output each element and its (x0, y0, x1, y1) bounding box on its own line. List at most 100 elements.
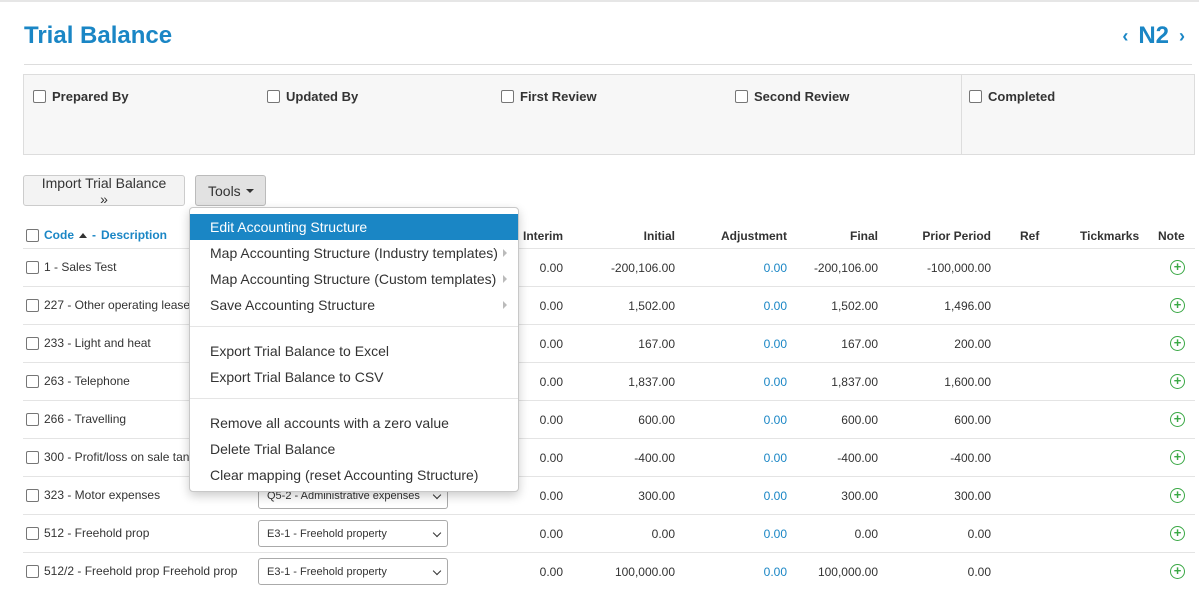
import-trial-balance-button[interactable]: Import Trial Balance » (23, 175, 185, 207)
description-sort-link[interactable]: Description (101, 228, 167, 242)
menu-item-remove-zero-accounts[interactable]: Remove all accounts with a zero value (190, 410, 518, 436)
initial-value: 1,837.00 (628, 375, 675, 389)
final-value: 1,837.00 (831, 375, 878, 389)
review-completed[interactable]: Completed (969, 89, 1055, 104)
initial-value: 167.00 (638, 337, 675, 351)
account-name: 233 - Light and heat (44, 336, 151, 350)
account-name: 263 - Telephone (44, 374, 130, 388)
account-name: 512/2 - Freehold prop Freehold prop (44, 564, 238, 578)
review-label: Second Review (754, 89, 850, 104)
row-checkbox[interactable] (26, 260, 39, 274)
top-border (0, 0, 1199, 2)
note-header: Note (1158, 229, 1185, 243)
completed-checkbox[interactable] (969, 90, 982, 103)
row-checkbox[interactable] (26, 298, 39, 312)
row-checkbox[interactable] (26, 526, 39, 540)
add-note-icon[interactable]: + (1170, 412, 1185, 427)
code-sort-link[interactable]: Code (44, 228, 74, 242)
row-checkbox[interactable] (26, 336, 39, 350)
review-updated-by[interactable]: Updated By (267, 89, 358, 104)
menu-item-map-industry-templates[interactable]: Map Accounting Structure (Industry templ… (190, 240, 518, 266)
tools-dropdown-menu: Edit Accounting Structure Map Accounting… (189, 207, 519, 492)
initial-value: 0.00 (651, 527, 675, 541)
menu-item-clear-mapping[interactable]: Clear mapping (reset Accounting Structur… (190, 462, 518, 488)
row-checkbox[interactable] (26, 564, 39, 578)
prior-period-value: 300.00 (954, 489, 991, 503)
row-checkbox[interactable] (26, 450, 39, 464)
prior-period-value: 600.00 (954, 413, 991, 427)
prior-period-header: Prior Period (922, 229, 991, 243)
add-note-icon[interactable]: + (1170, 488, 1185, 503)
second-review-checkbox[interactable] (735, 90, 748, 103)
add-note-icon[interactable]: + (1170, 260, 1185, 275)
menu-item-label: Edit Accounting Structure (210, 219, 368, 235)
add-note-icon[interactable]: + (1170, 450, 1185, 465)
mapping-select[interactable]: E3-1 - Freehold property (258, 558, 448, 585)
adjustment-link[interactable]: 0.00 (703, 261, 787, 275)
menu-item-save-accounting-structure[interactable]: Save Accounting Structure (190, 292, 518, 318)
prior-period-value: -400.00 (950, 451, 991, 465)
menu-item-export-csv[interactable]: Export Trial Balance to CSV (190, 364, 518, 390)
row-checkbox[interactable] (26, 488, 39, 502)
interim-value: 0.00 (539, 527, 563, 541)
add-note-icon[interactable]: + (1170, 564, 1185, 579)
table-row: 512/2 - Freehold prop Freehold prop E3-1… (23, 552, 1195, 590)
add-note-icon[interactable]: + (1170, 374, 1185, 389)
tools-label: Tools (208, 182, 241, 199)
adjustment-link[interactable]: 0.00 (703, 413, 787, 427)
menu-item-label: Clear mapping (reset Accounting Structur… (210, 467, 479, 483)
menu-divider (190, 398, 518, 399)
prior-period-value: 200.00 (954, 337, 991, 351)
menu-item-export-excel[interactable]: Export Trial Balance to Excel (190, 338, 518, 364)
account-name: 512 - Freehold prop (44, 526, 150, 540)
select-all-checkbox[interactable] (26, 228, 39, 242)
adjustment-link[interactable]: 0.00 (703, 489, 787, 503)
row-checkbox[interactable] (26, 374, 39, 388)
adjustment-link[interactable]: 0.00 (703, 451, 787, 465)
prepared-by-checkbox[interactable] (33, 90, 46, 103)
row-checkbox[interactable] (26, 412, 39, 426)
adjustment-link[interactable]: 0.00 (703, 299, 787, 313)
caret-down-icon (245, 188, 254, 193)
prior-period-value: 0.00 (967, 527, 991, 541)
chevron-left-icon[interactable]: ‹ (1122, 26, 1128, 47)
adjustment-link[interactable]: 0.00 (703, 527, 787, 541)
review-label: Updated By (286, 89, 359, 104)
page-navigation: ‹ N2 › (1122, 22, 1185, 50)
tools-dropdown-button[interactable]: Tools (195, 175, 266, 206)
account-name: 266 - Travelling (44, 412, 127, 426)
review-prepared-by[interactable]: Prepared By (33, 89, 129, 104)
final-value: -200,106.00 (813, 261, 878, 275)
menu-divider (190, 326, 518, 327)
adjustment-link[interactable]: 0.00 (703, 337, 787, 351)
add-note-icon[interactable]: + (1170, 336, 1185, 351)
submenu-arrow-icon (503, 301, 507, 309)
adjustment-link[interactable]: 0.00 (703, 375, 787, 389)
add-note-icon[interactable]: + (1170, 298, 1185, 313)
menu-item-delete-trial-balance[interactable]: Delete Trial Balance (190, 436, 518, 462)
menu-item-edit-accounting-structure[interactable]: Edit Accounting Structure (190, 214, 518, 240)
prior-period-value: 0.00 (967, 565, 991, 579)
menu-item-label: Delete Trial Balance (210, 441, 336, 457)
updated-by-checkbox[interactable] (267, 90, 280, 103)
final-value: -400.00 (837, 451, 878, 465)
chevron-down-icon (432, 490, 442, 500)
first-review-checkbox[interactable] (501, 90, 514, 103)
review-first-review[interactable]: First Review (501, 89, 597, 104)
chevron-right-icon[interactable]: › (1179, 26, 1185, 47)
review-second-review[interactable]: Second Review (735, 89, 849, 104)
code-header[interactable]: Code - Description (26, 228, 167, 242)
title-divider (24, 64, 1192, 65)
menu-item-label: Map Accounting Structure (Custom templat… (210, 271, 497, 287)
mapping-value: E3-1 - Freehold property (267, 566, 387, 578)
add-note-icon[interactable]: + (1170, 526, 1185, 541)
final-header: Final (849, 229, 878, 243)
initial-header: Initial (643, 229, 675, 243)
review-label: First Review (520, 89, 597, 104)
menu-item-map-custom-templates[interactable]: Map Accounting Structure (Custom templat… (190, 266, 518, 292)
adjustment-link[interactable]: 0.00 (703, 565, 787, 579)
section-code: N2 (1138, 22, 1169, 49)
account-name: 1 - Sales Test (44, 260, 117, 274)
final-value: 0.00 (854, 527, 878, 541)
mapping-select[interactable]: E3-1 - Freehold property (258, 520, 448, 547)
